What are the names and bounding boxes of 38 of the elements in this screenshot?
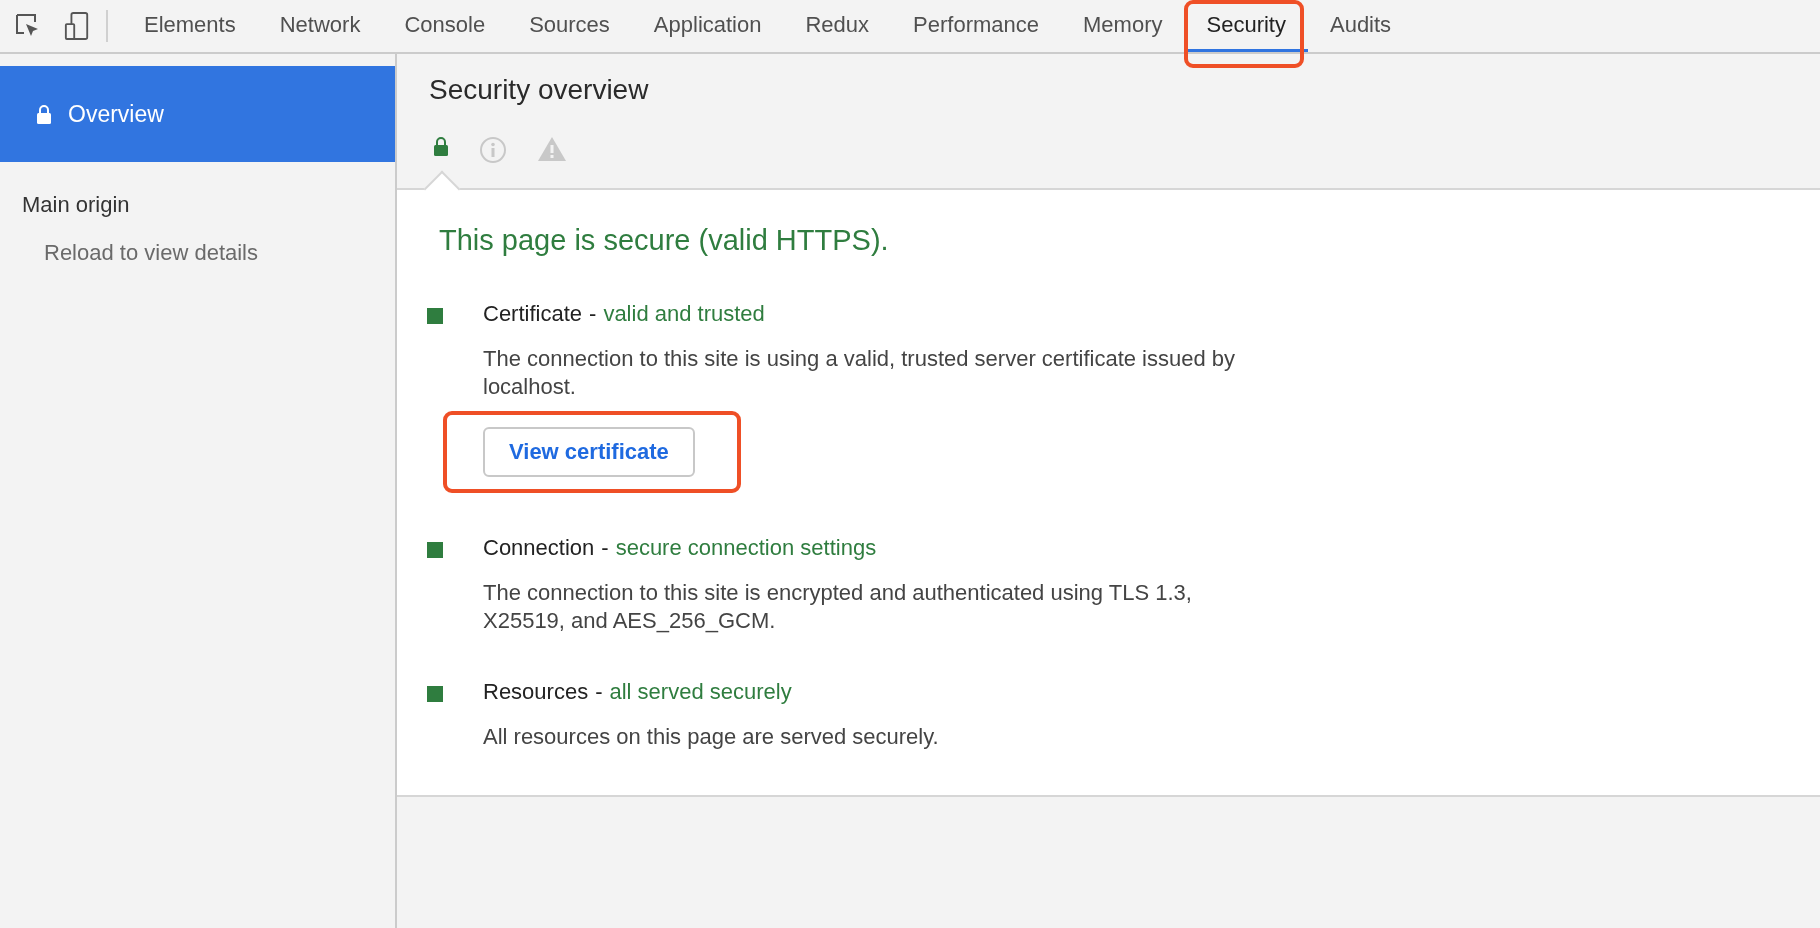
status-square-icon [427,686,443,702]
item-title: Connection [483,535,595,561]
status-text: valid and trusted [603,301,765,327]
description-text: The connection to this site is using a valid, trusted server certificate issued by localhost. [483,345,1237,401]
panel-tab[interactable]: Console [382,0,508,52]
view-certificate-button[interactable]: View certificate [483,427,695,477]
summary-tab[interactable] [433,136,449,156]
item-title: Resources [483,679,589,705]
panel-tab[interactable]: Sources [507,0,632,52]
lock-icon [36,104,52,124]
panel-title: Security overview [429,74,650,106]
sidebar-item[interactable]: Overview [0,66,395,162]
description-text: The connection to this site is encrypted and authenticated using TLS 1.3, X25519, and AES_256_GCM. [483,579,1193,635]
sidebar-item-label: Overview [68,100,164,128]
info-icon [479,136,507,164]
panel-tab[interactable]: Redux [783,0,892,52]
separator-text: - [589,301,597,327]
panel-tab[interactable]: Audits [1307,0,1414,52]
panel-tab[interactable]: Elements [122,0,258,52]
panel-tab[interactable]: Security [1184,0,1308,52]
separator-text: - [595,679,603,705]
device-icon[interactable] [64,11,90,41]
panel-tab[interactable]: Performance [891,0,1062,52]
warning-icon [537,136,567,162]
hint-text: Reload to view details [44,240,259,266]
panel-tab[interactable]: Network [257,0,383,52]
description-text: All resources on this page are served securely. [483,723,940,751]
separator-text: - [601,535,609,561]
panel-tab[interactable]: Memory [1061,0,1185,52]
status-square-icon [427,542,443,558]
summary-text: This page is secure (valid HTTPS). [439,224,890,257]
status-square-icon [427,308,443,324]
section-heading: Main origin [22,192,131,218]
status-text: secure connection settings [615,535,877,561]
panel-tab[interactable]: Application [631,0,784,52]
item-title: Certificate [483,301,583,327]
status-text: all served securely [609,679,792,705]
lock-icon [433,136,449,156]
